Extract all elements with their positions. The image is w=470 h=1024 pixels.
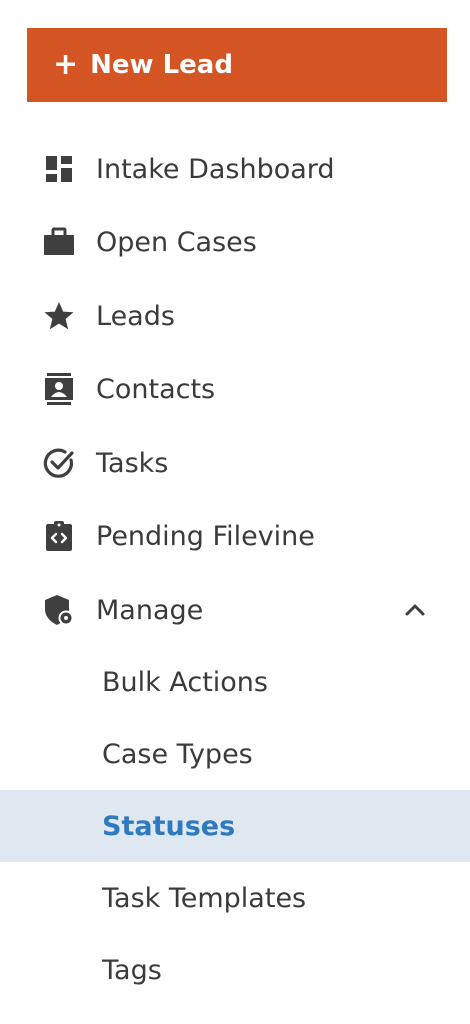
submenu-item-label: Case Types: [102, 738, 253, 770]
sidebar-nav: + New Lead Intake Dashboard Open Cases L…: [0, 0, 470, 1024]
submenu-item-label: Bulk Actions: [102, 666, 268, 698]
star-icon: [42, 299, 76, 333]
sidebar-item-intake-dashboard[interactable]: Intake Dashboard: [0, 141, 470, 197]
plus-icon: +: [53, 47, 79, 82]
sidebar-item-label: Open Cases: [96, 226, 257, 258]
sidebar-item-open-cases[interactable]: Open Cases: [0, 214, 470, 270]
submenu-item-tags[interactable]: Tags: [0, 934, 470, 1006]
sidebar-item-label: Manage: [96, 594, 204, 626]
contact-card-icon: [42, 372, 76, 406]
sidebar-item-label: Pending Filevine: [96, 520, 315, 552]
sidebar-item-pending-filevine[interactable]: Pending Filevine: [0, 508, 470, 564]
submenu-item-label: Task Templates: [102, 882, 307, 914]
briefcase-icon: [42, 225, 76, 259]
sidebar-item-label: Leads: [96, 300, 175, 332]
shield-gear-icon: [42, 593, 76, 627]
dashboard-icon: [42, 152, 76, 186]
submenu-item-label: Statuses: [102, 810, 236, 842]
sidebar-item-tasks[interactable]: Tasks: [0, 435, 470, 491]
new-lead-button[interactable]: + New Lead: [27, 28, 447, 102]
sidebar-item-label: Contacts: [96, 373, 216, 405]
sidebar-item-label: Tasks: [96, 447, 169, 479]
submenu-item-task-templates[interactable]: Task Templates: [0, 862, 470, 934]
sidebar-item-manage[interactable]: Manage: [0, 582, 470, 638]
submenu-item-label: Tags: [102, 954, 162, 986]
check-circle-icon: [42, 446, 76, 480]
new-lead-label: New Lead: [90, 50, 233, 80]
submenu-item-case-types[interactable]: Case Types: [0, 718, 470, 790]
sidebar-item-leads[interactable]: Leads: [0, 288, 470, 344]
code-clipboard-icon: [42, 519, 76, 553]
submenu-item-bulk-actions[interactable]: Bulk Actions: [0, 646, 470, 718]
submenu-item-statuses[interactable]: Statuses: [0, 790, 470, 862]
sidebar-item-contacts[interactable]: Contacts: [0, 361, 470, 417]
sidebar-item-label: Intake Dashboard: [96, 153, 335, 185]
chevron-up-icon[interactable]: [400, 595, 430, 625]
